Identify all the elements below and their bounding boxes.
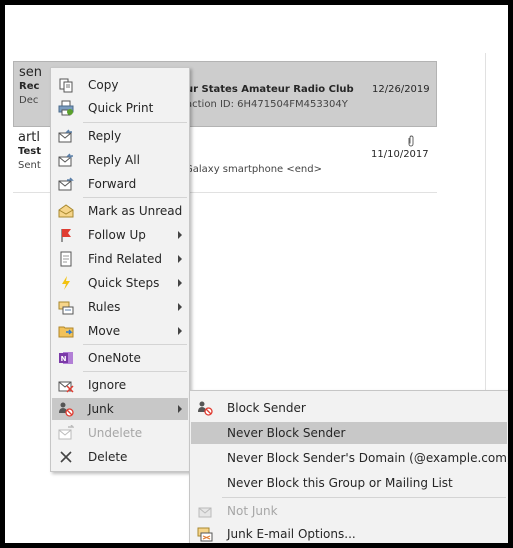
menu-item-follow-up[interactable]: Follow Up [52, 224, 188, 246]
menu-item-label: Undelete [88, 426, 143, 440]
menu-item-quick-steps[interactable]: Quick Steps [52, 272, 188, 294]
lightning-icon [62, 276, 70, 290]
menu-item-never-block-domain[interactable]: Never Block Sender's Domain (@example.co… [191, 447, 508, 469]
submenu-arrow-icon [178, 405, 182, 413]
forward-icon [58, 177, 74, 191]
menu-item-label: Follow Up [88, 228, 146, 242]
submenu-arrow-icon [178, 255, 182, 263]
menu-item-label: Junk E-mail Options... [227, 527, 356, 541]
menu-item-label: Never Block Sender [227, 426, 346, 440]
junk-options-icon [197, 527, 213, 542]
menu-item-label: Mark as Unread [88, 204, 183, 218]
menu-item-not-junk[interactable]: Not Junk [191, 500, 507, 522]
menu-item-undelete[interactable]: Undelete [52, 422, 188, 444]
delete-icon [60, 451, 72, 463]
context-menu: Copy Quick Print Reply Reply All Forward… [50, 67, 190, 472]
reply-icon [58, 129, 72, 143]
menu-item-delete[interactable]: Delete [52, 446, 188, 468]
menu-item-label: Never Block this Group or Mailing List [227, 476, 453, 490]
menu-item-label: Delete [88, 450, 128, 464]
menu-separator [83, 344, 187, 345]
menu-item-label: Reply [88, 129, 122, 143]
undelete-icon [58, 425, 74, 440]
onenote-icon: N [59, 352, 73, 364]
message-sender: sen [19, 65, 43, 80]
menu-item-reply-all[interactable]: Reply All [52, 149, 188, 171]
submenu-arrow-icon [178, 279, 182, 287]
menu-item-label: OneNote [88, 351, 141, 365]
menu-item-label: Forward [88, 177, 137, 191]
submenu-arrow-icon [178, 303, 182, 311]
menu-item-block-sender[interactable]: Block Sender [191, 397, 507, 419]
flag-icon [61, 229, 71, 242]
menu-item-label: Find Related [88, 252, 162, 266]
menu-separator [83, 197, 187, 198]
message-preview: Sent [18, 160, 41, 171]
reply-all-icon [58, 153, 73, 167]
message-subject-tail: ur States Amateur Radio Club [186, 84, 354, 95]
menu-item-find-related[interactable]: Find Related [52, 248, 188, 270]
message-preview: Dec [19, 95, 39, 106]
junk-icon [59, 402, 74, 417]
print-icon [58, 100, 74, 116]
find-related-icon [60, 251, 72, 267]
message-subject: Rec [19, 81, 40, 92]
junk-submenu: Block Sender Never Block Sender Never Bl… [189, 390, 508, 543]
menu-item-ignore[interactable]: Ignore [52, 374, 188, 396]
message-preview-tail: Galaxy smartphone <end> [185, 164, 322, 175]
menu-item-forward[interactable]: Forward [52, 173, 188, 195]
message-subject: Test [18, 146, 42, 157]
menu-item-label: Quick Steps [88, 276, 160, 290]
menu-item-junk-options[interactable]: Junk E-mail Options... [191, 523, 507, 543]
menu-item-label: Copy [88, 78, 119, 92]
menu-item-label: Reply All [88, 153, 140, 167]
menu-item-label: Block Sender [227, 401, 306, 415]
paperclip-icon [408, 135, 414, 147]
svg-text:N: N [61, 355, 67, 363]
menu-item-label: Rules [88, 300, 121, 314]
menu-item-label: Never Block Sender's Domain (@example.co… [227, 451, 508, 465]
submenu-arrow-icon [178, 327, 182, 335]
menu-item-rules[interactable]: Rules [52, 296, 188, 318]
copy-icon [59, 78, 73, 93]
message-sender: artl [18, 130, 41, 145]
message-date: 11/10/2017 [371, 149, 429, 160]
outlook-window: sen Rec Dec ur States Amateur Radio Club… [5, 5, 508, 543]
menu-item-reply[interactable]: Reply [52, 125, 188, 147]
menu-item-label: Junk [88, 402, 114, 416]
menu-item-onenote[interactable]: N OneNote [52, 347, 188, 369]
menu-item-junk[interactable]: Junk [52, 398, 188, 420]
rules-icon [58, 301, 74, 315]
message-preview-tail: action ID: 6H471504FM453304Y [186, 99, 348, 110]
not-junk-icon [198, 507, 212, 518]
menu-item-never-block-group[interactable]: Never Block this Group or Mailing List [191, 472, 507, 494]
menu-item-copy[interactable]: Copy [52, 74, 188, 96]
ignore-icon [58, 381, 74, 393]
mark-unread-icon [58, 204, 74, 218]
block-sender-icon [198, 401, 213, 416]
menu-separator [222, 497, 506, 498]
menu-separator [83, 371, 187, 372]
menu-item-quick-print[interactable]: Quick Print [52, 97, 188, 119]
menu-item-mark-unread[interactable]: Mark as Unread [52, 200, 188, 222]
message-date: 12/26/2019 [372, 84, 430, 95]
menu-item-label: Quick Print [88, 101, 154, 115]
menu-item-never-block-sender[interactable]: Never Block Sender [191, 422, 507, 444]
menu-item-move[interactable]: Move [52, 320, 188, 342]
folder-icon [58, 326, 74, 338]
menu-separator [83, 122, 187, 123]
menu-item-label: Move [88, 324, 121, 338]
menu-item-label: Not Junk [227, 504, 278, 518]
submenu-arrow-icon [178, 231, 182, 239]
menu-item-label: Ignore [88, 378, 127, 392]
